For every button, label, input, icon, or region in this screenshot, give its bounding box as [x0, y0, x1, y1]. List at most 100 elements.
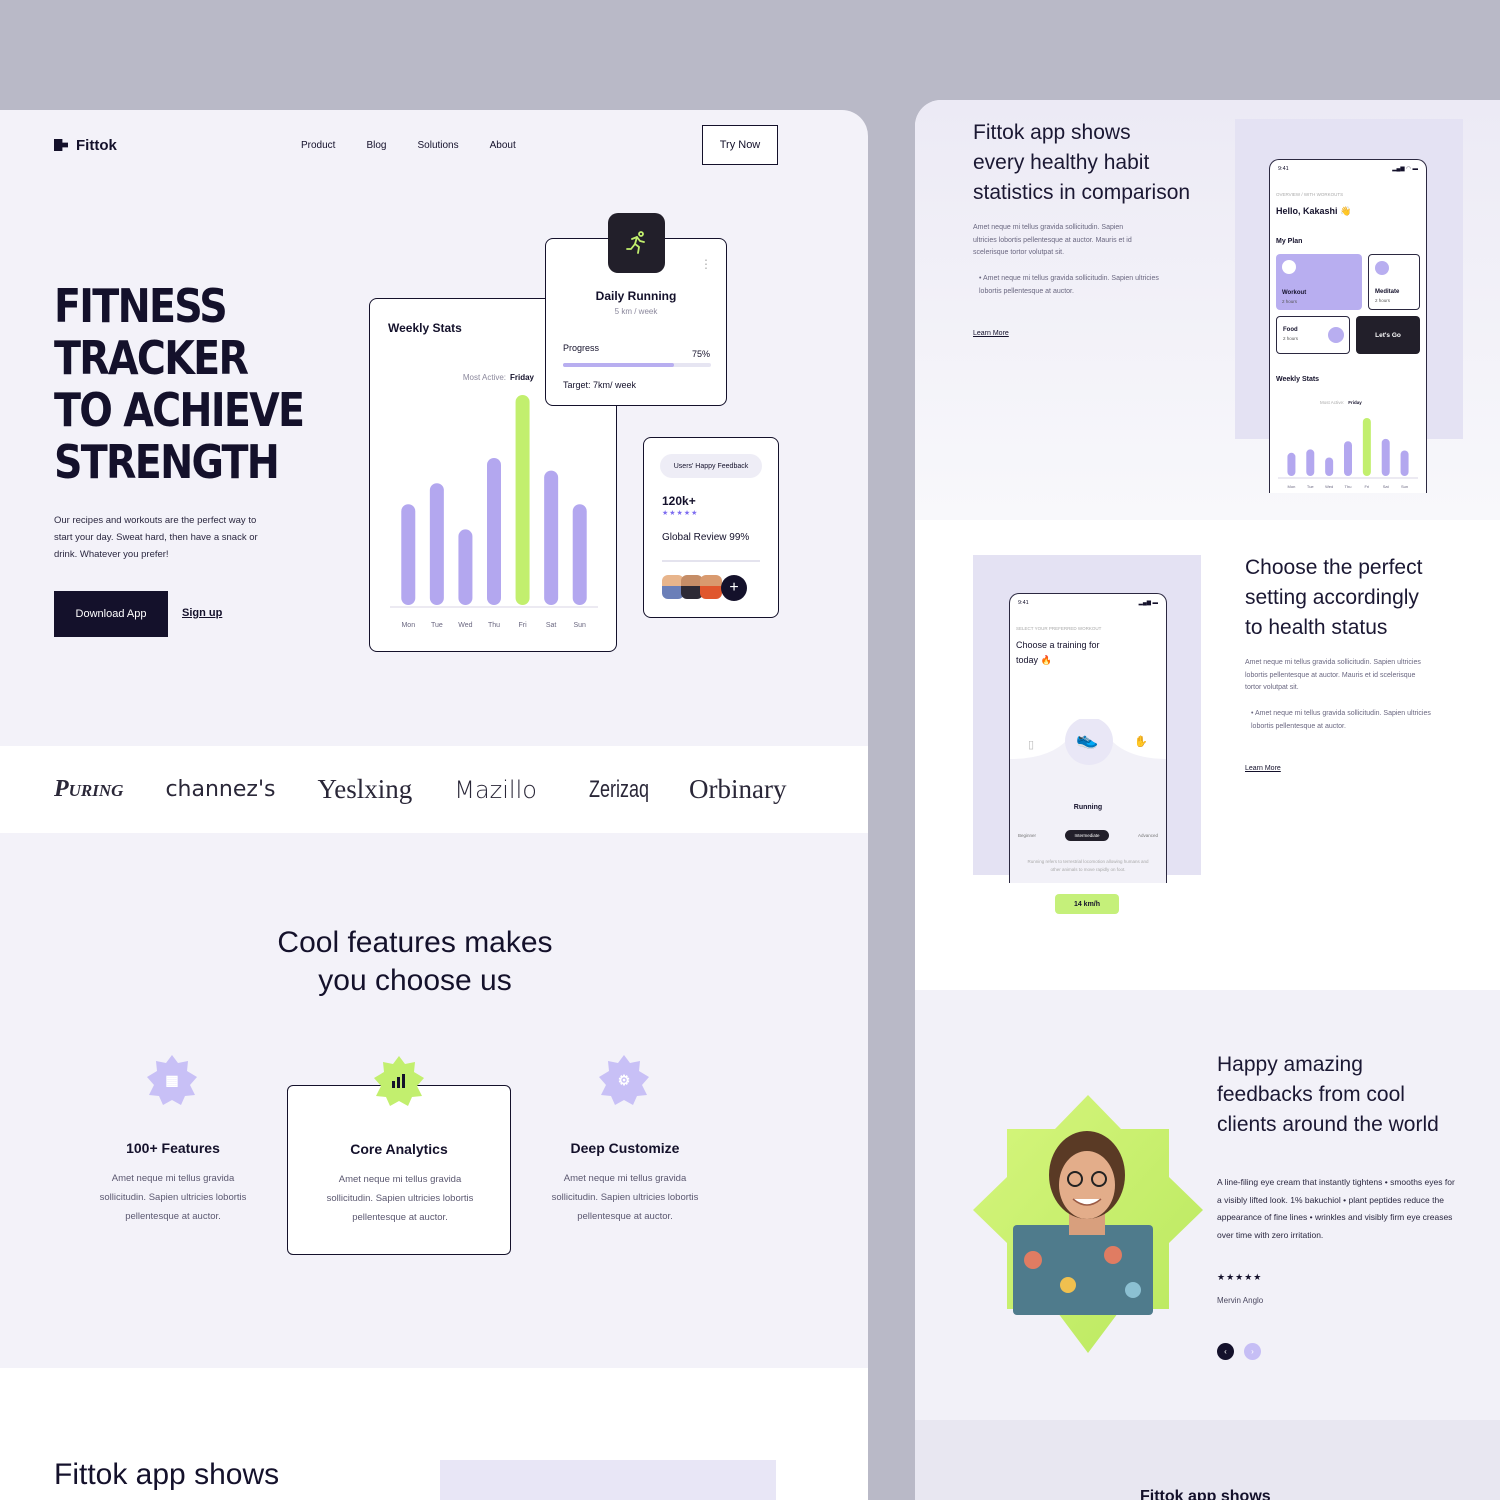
statistics-title-line: statistics in comparison: [973, 181, 1191, 204]
statistics-title-line: every healthy habit: [973, 151, 1150, 174]
chart-tick-label: Sun: [1401, 484, 1408, 489]
phone-mockup-training: 9:41 ▂▄▆ ▬ SELECT YOUR PREFERRED WORKOUT…: [1009, 593, 1167, 883]
statistics-title-line: Fittok app shows: [973, 121, 1131, 144]
food-tile[interactable]: Food 2 hours: [1276, 316, 1350, 354]
top-nav: Fittok Product Blog Solutions About Try …: [54, 124, 778, 166]
feedback-pill: Users' Happy Feedback: [660, 454, 762, 478]
feature-description: Amet neque mi tellus gravida sollicitudi…: [326, 1174, 474, 1223]
status-icons: ▂▄▆ ◠ ▬: [1392, 166, 1418, 172]
logo-icon: [54, 139, 68, 151]
testimonials-title-line: feedbacks from cool: [1217, 1083, 1405, 1106]
hero-title-line: FITNESS: [54, 279, 228, 333]
level-tab-beginner[interactable]: Beginner: [1018, 833, 1036, 838]
sign-up-link[interactable]: Sign up: [182, 607, 222, 619]
feature-card-active[interactable]: Core Analytics Amet neque mi tellus grav…: [287, 1056, 511, 1255]
brand-logos: Puring channez's Yeslxing Mazillo Zeriza…: [0, 746, 868, 833]
runner-glyph: [625, 231, 645, 254]
chart-bar-mon: [401, 504, 416, 605]
chart-bar-tue: [429, 483, 444, 605]
logo[interactable]: Fittok: [54, 137, 117, 154]
phone-most-active-label: Most Active:: [1320, 400, 1345, 405]
chart-bar-wed: [1325, 457, 1334, 476]
feature-card[interactable]: ▦ 100+ Features Amet neque mi tellus gra…: [61, 1055, 285, 1255]
daily-running-card: ⋮ Daily Running 5 km / week Progress 75%…: [545, 213, 727, 406]
chart-tick-label: Fri: [1365, 484, 1370, 489]
level-tab-advanced[interactable]: Advanced: [1138, 833, 1158, 838]
status-time: 9:41: [1278, 166, 1289, 172]
logo-text: Fittok: [76, 136, 117, 154]
testimonial-stars: ★★★★★: [1217, 1272, 1263, 1282]
phone-weekly-stats-title: Weekly Stats: [1276, 376, 1320, 383]
prev-button[interactable]: ‹: [1217, 1343, 1234, 1360]
bar-chart-glyph: [392, 1074, 405, 1088]
phone-mockup-dashboard: 9:41 ▂▄▆ ◠ ▬ OVERVIEW / WITH WORKOUTS He…: [1269, 159, 1427, 493]
feature-title: Deep Customize: [570, 1140, 680, 1156]
brand-logo: Orbinary: [688, 774, 787, 804]
brand-logo: Zerizaq: [588, 775, 649, 803]
hero-title-line: TO ACHIEVE: [54, 383, 305, 437]
feature-description: Amet neque mi tellus gravida sollicitudi…: [99, 1173, 247, 1222]
workout-tile[interactable]: Workout 2 hours: [1276, 254, 1362, 310]
phone-most-active-value: Friday: [1348, 400, 1362, 405]
daily-running-title: Daily Running: [595, 289, 677, 303]
learn-more-link[interactable]: Learn More: [973, 330, 1009, 337]
speed-pill: 14 km/h: [1055, 894, 1119, 914]
learn-more-link[interactable]: Learn More: [1245, 765, 1281, 772]
hero-description: Our recipes and workouts are the perfect…: [54, 515, 258, 560]
shoe-icon[interactable]: 👟: [1076, 729, 1098, 750]
try-now-button[interactable]: Try Now: [702, 125, 778, 165]
feature-card[interactable]: ⚙ Deep Customize Amet neque mi tellus gr…: [513, 1055, 737, 1255]
bottle-icon[interactable]: ▯: [1028, 738, 1034, 751]
level-tab-intermediate[interactable]: Intermediate: [1065, 830, 1109, 841]
chart-tick-label: Sun: [573, 622, 586, 629]
tile-label: Food: [1283, 327, 1298, 333]
bottom-section-image: [440, 1460, 776, 1500]
overview-label: OVERVIEW / WITH WORKOUTS: [1276, 192, 1344, 197]
brand-logo: Puring: [54, 776, 124, 802]
chart-tick-label: Fri: [518, 622, 527, 629]
nav-link-about[interactable]: About: [490, 140, 516, 151]
download-app-button[interactable]: Download App: [54, 591, 168, 637]
add-avatar-button[interactable]: +: [721, 575, 747, 601]
features-title-line: you choose us: [318, 964, 512, 997]
testimonial-pager: ‹ ›: [1217, 1343, 1261, 1360]
brand-logo: channez's: [165, 777, 276, 802]
grid-glyph: ▦: [165, 1071, 179, 1088]
chart-bar-fri: [515, 395, 530, 605]
nav-link-solutions[interactable]: Solutions: [417, 140, 458, 151]
statistics-title: Fittok app shows every healthy habit sta…: [973, 118, 1190, 208]
hero-title: FITNESS TRACKER TO ACHIEVE STRENGTH: [54, 279, 305, 488]
runner-icon: [608, 213, 665, 273]
testimonial-author: Mervin Anglo: [1217, 1296, 1264, 1305]
settings-title: Choose the perfect setting accordingly t…: [1245, 553, 1422, 643]
phone-bar-chart: Mon Tue Wed Thu Fri Sat Sun: [1278, 418, 1418, 489]
next-section-title: Fittok app shows: [1140, 1488, 1271, 1500]
chart-bar-thu: [487, 458, 501, 605]
settings-title-line: to health status: [1245, 616, 1388, 639]
feature-title: 100+ Features: [126, 1140, 220, 1156]
feedback-count: 120k+: [662, 494, 696, 508]
chart-tick-label: Tue: [1307, 484, 1315, 489]
chart-bar-tue: [1306, 449, 1315, 476]
status-icons: ▂▄▆ ▬: [1138, 600, 1158, 606]
nav-link-product[interactable]: Product: [301, 140, 335, 151]
lets-go-button[interactable]: Let's Go: [1356, 316, 1420, 354]
chart-tick-label: Thu: [1345, 484, 1352, 489]
nav-link-blog[interactable]: Blog: [366, 140, 386, 151]
weekly-stats-title: Weekly Stats: [388, 321, 462, 335]
next-button[interactable]: ›: [1244, 1343, 1261, 1360]
meditate-tile[interactable]: Meditate 2 hours: [1368, 254, 1420, 310]
testimonials-title: Happy amazing feedbacks from cool client…: [1217, 1050, 1439, 1140]
gear-icon: ⚙: [599, 1055, 649, 1105]
statistics-paragraph: Amet neque mi tellus gravida sollicitudi…: [973, 224, 1132, 256]
settings-title-line: Choose the perfect: [1245, 556, 1423, 579]
hand-icon[interactable]: ✋: [1134, 735, 1148, 748]
chart-bar-sun: [572, 504, 587, 605]
chart-tick-label: Thu: [488, 622, 500, 629]
status-time: 9:41: [1018, 600, 1029, 606]
level-tabs: Beginner Intermediate Advanced: [1018, 830, 1158, 841]
brand-logo: Yeslxing: [317, 774, 413, 804]
more-icon[interactable]: ⋮: [700, 257, 712, 271]
workout-label: SELECT YOUR PREFERRED WORKOUT: [1016, 626, 1102, 631]
landing-page-main: Fittok Product Blog Solutions About Try …: [0, 110, 868, 1500]
